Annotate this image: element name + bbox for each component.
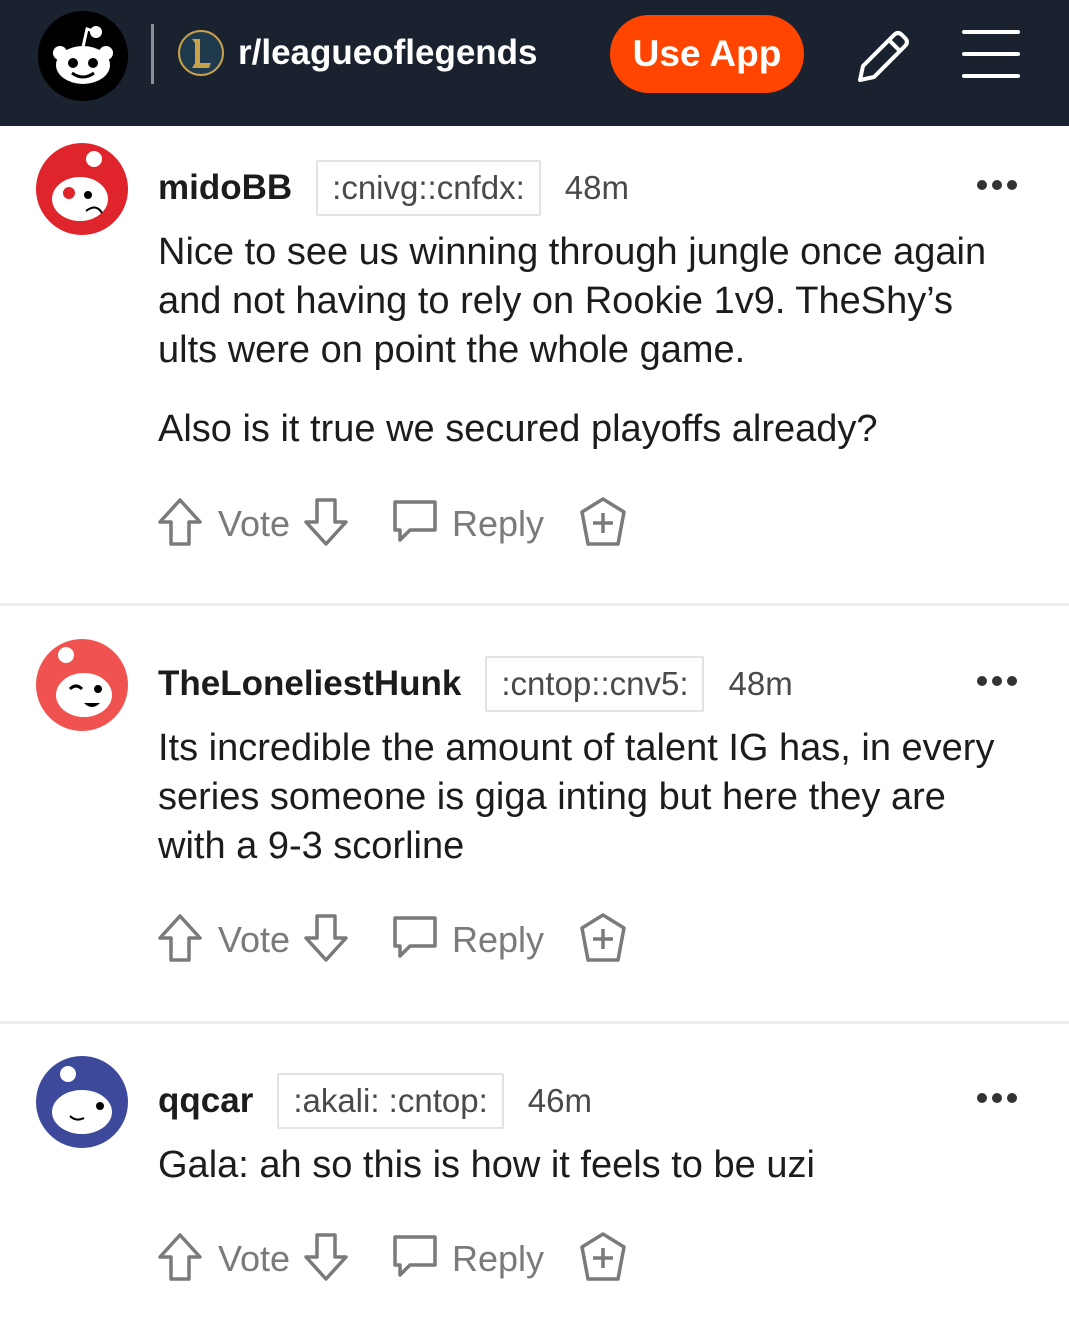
- comment-paragraph: Its incredible the amount of talent IG h…: [158, 727, 995, 867]
- header-divider: [151, 24, 154, 84]
- comment-meta: midoBB :cnivg::cnfdx: 48m: [158, 160, 629, 216]
- comment-body: Gala: ah so this is how it feels to be u…: [158, 1141, 1018, 1190]
- upvote-icon[interactable]: [156, 912, 204, 964]
- reply-label[interactable]: Reply: [452, 500, 544, 548]
- comment-divider: [0, 1021, 1069, 1024]
- timestamp: 48m: [564, 169, 629, 206]
- vote-label: Vote: [218, 1238, 291, 1279]
- reply-icon[interactable]: [390, 1231, 440, 1281]
- user-flair: :cnivg::cnfdx:: [316, 160, 541, 216]
- username[interactable]: midoBB: [158, 168, 292, 208]
- comment-paragraph: Gala: ah so this is how it feels to be u…: [158, 1144, 815, 1186]
- user-flair: :akali: :cntop:: [277, 1073, 504, 1129]
- upvote-icon[interactable]: [156, 1231, 204, 1283]
- reply-label[interactable]: Reply: [452, 916, 544, 964]
- username[interactable]: qqcar: [158, 1081, 253, 1121]
- comment-actions: Vote Reply: [156, 496, 636, 552]
- comment-body: Its incredible the amount of talent IG h…: [158, 724, 1018, 871]
- avatar[interactable]: [36, 639, 128, 731]
- reply-label[interactable]: Reply: [452, 1235, 544, 1283]
- subreddit-name[interactable]: r/leagueoflegends: [238, 30, 538, 76]
- use-app-button[interactable]: Use App: [610, 15, 804, 93]
- timestamp: 48m: [728, 665, 793, 702]
- comment-divider: [0, 603, 1069, 606]
- pencil-icon[interactable]: [852, 26, 914, 88]
- award-icon[interactable]: [578, 496, 628, 548]
- comment-paragraph: Also is it true we secured playoffs alre…: [158, 408, 878, 450]
- more-options-icon[interactable]: [976, 674, 1018, 686]
- comment-actions: Vote Reply: [156, 1231, 636, 1287]
- timestamp: 46m: [527, 1082, 592, 1119]
- username[interactable]: TheLoneliestHunk: [158, 664, 461, 704]
- downvote-icon[interactable]: [302, 912, 350, 964]
- avatar[interactable]: [36, 1056, 128, 1148]
- award-icon[interactable]: [578, 1231, 628, 1283]
- more-options-icon[interactable]: [976, 1091, 1018, 1103]
- more-options-icon[interactable]: [976, 178, 1018, 190]
- downvote-icon[interactable]: [302, 496, 350, 548]
- vote-label: Vote: [218, 919, 291, 960]
- award-icon[interactable]: [578, 912, 628, 964]
- reply-icon[interactable]: [390, 496, 440, 546]
- vote-label: Vote: [218, 503, 291, 544]
- reply-icon[interactable]: [390, 912, 440, 962]
- comment-meta: qqcar :akali: :cntop: 46m: [158, 1073, 592, 1129]
- user-flair: :cntop::cnv5:: [485, 656, 705, 712]
- comment-paragraph: Nice to see us winning through jungle on…: [158, 231, 987, 371]
- downvote-icon[interactable]: [302, 1231, 350, 1283]
- comment-actions: Vote Reply: [156, 912, 636, 968]
- avatar[interactable]: [36, 143, 128, 235]
- comment-meta: TheLoneliestHunk :cntop::cnv5: 48m: [158, 656, 793, 712]
- comment-body: Nice to see us winning through jungle on…: [158, 228, 1018, 454]
- reddit-logo-icon[interactable]: [38, 11, 128, 101]
- upvote-icon[interactable]: [156, 496, 204, 548]
- menu-icon[interactable]: [960, 26, 1022, 82]
- subreddit-icon[interactable]: [178, 30, 224, 76]
- top-bar: r/leagueoflegends Use App: [0, 0, 1069, 126]
